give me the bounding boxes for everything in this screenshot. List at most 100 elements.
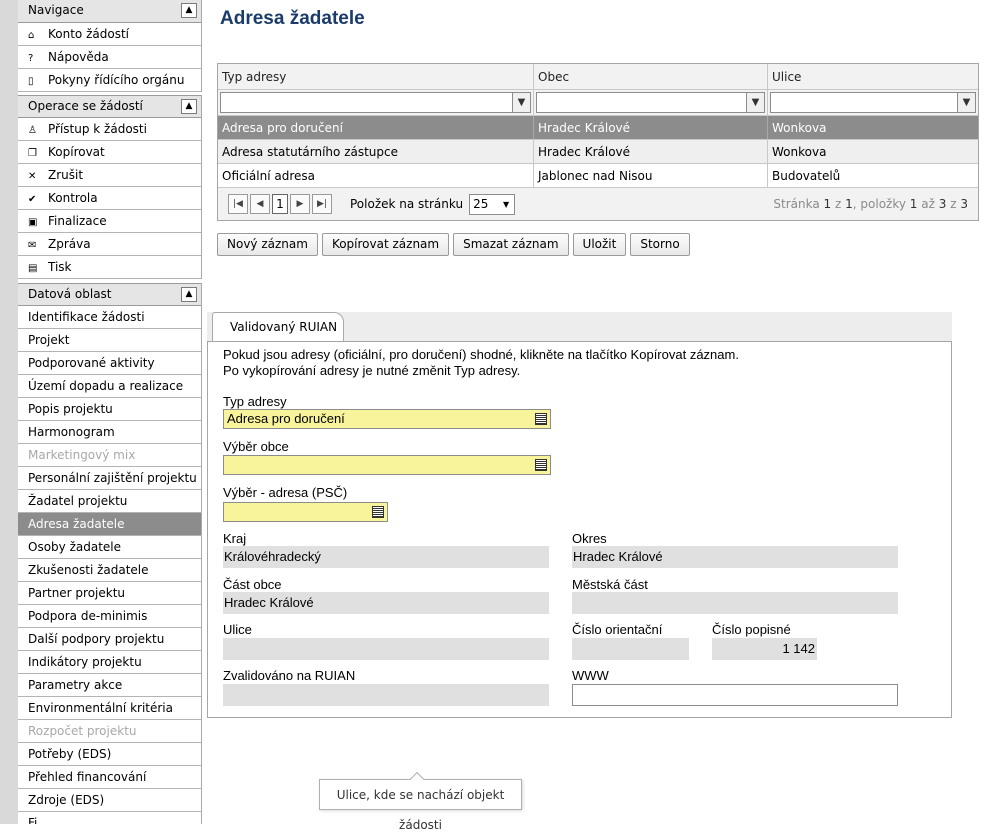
sidebar-item-konto-zadosti[interactable]: ⌂ Konto žádostí	[18, 23, 201, 46]
sidebar-item-tisk[interactable]: ▤ Tisk	[18, 256, 201, 279]
list-icon[interactable]	[535, 413, 547, 425]
column-header-obec[interactable]: Obec	[534, 64, 768, 89]
sidebar-item-zdroje-eds[interactable]: Zdroje (EDS)	[18, 789, 201, 812]
per-page-select[interactable]: 25 ▼	[469, 193, 516, 215]
table-cell: Wonkova	[772, 145, 827, 159]
save-button[interactable]: Uložit	[572, 233, 627, 256]
sidebar-item-uzemi-dopadu-a-realizace[interactable]: Území dopadu a realizace	[18, 375, 201, 398]
main-content: Adresa žadatele Typ adresy Obec Ulice ▼ …	[202, 0, 990, 832]
okres-label: Okres	[572, 531, 607, 546]
sidebar-item-label: Nápověda	[48, 50, 109, 64]
copy-record-button[interactable]: Kopírovat záznam	[321, 233, 450, 256]
sidebar-item-potreby-eds[interactable]: Potřeby (EDS)	[18, 743, 201, 766]
sidebar-item-prehled-financovani[interactable]: Přehled financování	[18, 766, 201, 789]
sidebar-item-label: Kontrola	[48, 191, 98, 205]
sidebar-item-adresa-zadatele[interactable]: Adresa žadatele	[18, 513, 201, 536]
data-section-header[interactable]: Datová oblast ▲	[18, 283, 201, 306]
last-page-icon[interactable]: ▶|	[312, 194, 332, 214]
table-row[interactable]: Adresa statutárního zástupce Hradec Králo…	[218, 140, 978, 164]
sidebar-item-kontrola[interactable]: ✔ Kontrola	[18, 187, 201, 210]
sidebar-item-personalni-zajisteni-projektu[interactable]: Personální zajištění projektu	[18, 467, 201, 490]
sidebar-item-pristup-k-zadosti[interactable]: ♙ Přístup k žádosti	[18, 118, 201, 141]
help-icon: ?	[28, 53, 34, 64]
sidebar-item-indikatory-projektu[interactable]: Indikátory projektu	[18, 651, 201, 674]
data-section: Datová oblast ▲ Identifikace žádosti Proj…	[18, 283, 202, 824]
filter-input-typ-adresy[interactable]	[220, 92, 513, 113]
address-grid: Typ adresy Obec Ulice ▼ ▼ ▼ Adresa pro d…	[217, 63, 979, 221]
table-row[interactable]: Adresa pro doručení Hradec Králové Wonkova	[218, 116, 978, 140]
sidebar-item-kopirovat[interactable]: ❐ Kopírovat	[18, 141, 201, 164]
table-cell: Adresa pro doručení	[218, 116, 534, 139]
typ-adresy-select[interactable]: Adresa pro doručení	[223, 409, 551, 429]
sidebar-item-projekt[interactable]: Projekt	[18, 329, 201, 352]
cislo-popisne-field: 1 142	[712, 638, 817, 660]
table-row[interactable]: Oficiální adresa Jablonec nad Nisou Budova…	[218, 164, 978, 188]
nav-section-header[interactable]: Navigace ▲	[18, 0, 201, 23]
zvalidovano-label: Zvalidováno na RUIAN	[223, 668, 356, 683]
table-cell: Adresa statutárního zástupce	[218, 140, 534, 163]
sidebar-item-dalsi-podpory-projektu[interactable]: Další podpory projektu	[18, 628, 201, 651]
per-page-value: 25	[473, 196, 489, 211]
collapse-icon[interactable]: ▲	[181, 287, 197, 302]
filter-input-ulice[interactable]	[770, 92, 958, 113]
table-cell: Jablonec nad Nisou	[534, 164, 768, 187]
collapse-icon[interactable]: ▲	[181, 3, 197, 18]
column-header-typ-adresy[interactable]: Typ adresy	[218, 64, 534, 89]
new-record-button[interactable]: Nový záznam	[217, 233, 318, 256]
cislo-orientacni-field	[572, 638, 689, 660]
per-page-label: Položek na stránku	[350, 197, 464, 211]
dropdown-arrow-icon: ▼	[502, 199, 510, 209]
sidebar-item-label: Finalizace	[48, 214, 107, 228]
sidebar-item-popis-projektu[interactable]: Popis projektu	[18, 398, 201, 421]
list-icon[interactable]	[535, 459, 547, 471]
table-cell: Hradec Králové	[534, 140, 768, 163]
kraj-field: Královéhradecký	[223, 546, 549, 568]
sidebar-item-label: Kopírovat	[48, 145, 105, 159]
sidebar-item-fi[interactable]: Fi...	[18, 812, 201, 824]
tooltip: Ulice, kde se nachází objekt žádosti	[319, 771, 522, 832]
filter-icon[interactable]: ▼	[958, 92, 976, 113]
sidebar-item-osoby-zadatele[interactable]: Osoby žadatele	[18, 536, 201, 559]
user-icon: ♙	[28, 125, 37, 136]
mail-icon: ✉	[28, 240, 37, 251]
sidebar-item-environmentalni-kriteria[interactable]: Environmentální kritéria	[18, 697, 201, 720]
filter-icon[interactable]: ▼	[747, 92, 765, 113]
sidebar-item-identifikace-zadosti[interactable]: Identifikace žádosti	[18, 306, 201, 329]
typ-adresy-label: Typ adresy	[223, 394, 287, 409]
okres-field: Hradec Králové	[572, 546, 898, 568]
sidebar-item-napoveda[interactable]: ? Nápověda	[18, 46, 201, 69]
operations-section-title: Operace se žádostí	[28, 99, 143, 113]
www-input[interactable]	[572, 684, 898, 706]
first-page-icon[interactable]: |◀	[228, 194, 248, 214]
sidebar-item-pokyny-ridiciho-organu[interactable]: ▯ Pokyny řídícího orgánu	[18, 69, 201, 92]
next-page-icon[interactable]: ▶	[290, 194, 310, 214]
sidebar-item-harmonogram[interactable]: Harmonogram	[18, 421, 201, 444]
sidebar-item-zkusenosti-zadatele[interactable]: Zkušenosti žadatele	[18, 559, 201, 582]
delete-record-button[interactable]: Smazat záznam	[453, 233, 569, 256]
filter-input-obec[interactable]	[536, 92, 747, 113]
vyber-adresa-select[interactable]	[223, 502, 388, 522]
sidebar-item-zadatel-projektu[interactable]: Žadatel projektu	[18, 490, 201, 513]
lock-icon: ▣	[28, 217, 38, 228]
page-number[interactable]: 1	[272, 194, 288, 214]
list-icon[interactable]	[372, 506, 384, 518]
sidebar-item-zrusit[interactable]: ✕ Zrušit	[18, 164, 201, 187]
collapse-icon[interactable]: ▲	[181, 99, 197, 114]
info-text-line-2: Po vykopírování adresy je nutné změnit T…	[223, 363, 521, 378]
sidebar-item-podpora-de-minimis[interactable]: Podpora de-minimis	[18, 605, 201, 628]
nav-section-title: Navigace	[28, 3, 84, 17]
sidebar-item-finalizace[interactable]: ▣ Finalizace	[18, 210, 201, 233]
sidebar-item-partner-projektu[interactable]: Partner projektu	[18, 582, 201, 605]
vyber-obce-select[interactable]	[223, 455, 551, 475]
operations-section-header[interactable]: Operace se žádostí ▲	[18, 95, 201, 118]
tab-validovany-ruian[interactable]: Validovaný RUIAN	[212, 312, 344, 341]
sidebar-item-parametry-akce[interactable]: Parametry akce	[18, 674, 201, 697]
sidebar-item-zprava[interactable]: ✉ Zpráva	[18, 233, 201, 256]
filter-icon[interactable]: ▼	[513, 92, 531, 113]
cancel-button[interactable]: Storno	[630, 233, 690, 256]
vyber-adresa-label: Výběr - adresa (PSČ)	[223, 485, 348, 500]
cislo-orientacni-label: Číslo orientační	[572, 622, 663, 637]
sidebar-item-podporovane-aktivity[interactable]: Podporované aktivity	[18, 352, 201, 375]
column-header-ulice[interactable]: Ulice	[768, 64, 978, 89]
prev-page-icon[interactable]: ◀	[250, 194, 270, 214]
